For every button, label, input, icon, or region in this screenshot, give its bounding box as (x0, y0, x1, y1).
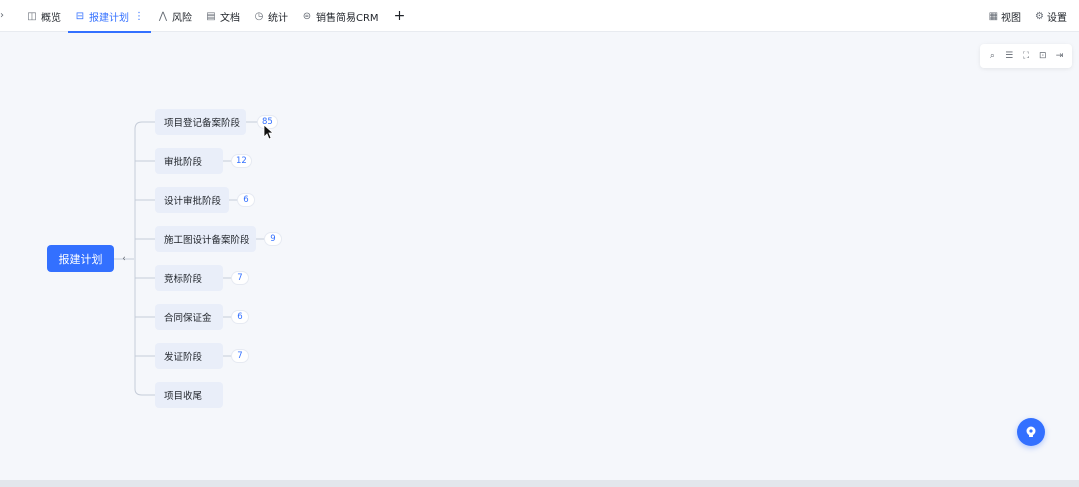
tab-label: 统计 (268, 12, 288, 24)
tab-document[interactable]: ▤ 文档 (199, 0, 247, 32)
bottom-scrollbar[interactable] (0, 480, 1079, 487)
settings-label: 设置 (1047, 12, 1067, 24)
tab-crm[interactable]: ⊜ 销售简易CRM (295, 0, 386, 32)
tab-plan[interactable]: ⊟ 报建计划 ⋮ (68, 0, 151, 33)
add-tab-button[interactable]: + (386, 0, 414, 32)
node-count-badge[interactable]: 6 (231, 310, 249, 324)
plan-icon: ⊟ (75, 10, 85, 22)
tab-label: 销售简易CRM (316, 12, 379, 24)
mindmap-node[interactable]: 施工图设计备案阶段 (155, 226, 256, 252)
filter-icon[interactable]: ☰ (1003, 51, 1015, 61)
fullscreen-icon[interactable]: ⛶ (1020, 51, 1032, 61)
tab-more-icon[interactable]: ⋮ (134, 11, 144, 22)
node-count-badge[interactable]: 6 (237, 193, 255, 207)
node-count-badge[interactable]: 7 (231, 271, 249, 285)
node-count-badge[interactable]: 7 (231, 349, 249, 363)
node-count-badge[interactable]: 12 (231, 154, 252, 168)
fit-view-icon[interactable]: ⊡ (1037, 51, 1049, 61)
document-icon: ▤ (206, 10, 216, 22)
view-label: 视图 (1001, 12, 1022, 24)
tab-label: 文档 (220, 12, 240, 24)
gear-icon: ⚙ (1035, 10, 1044, 22)
search-icon[interactable]: ⌕ (986, 51, 998, 61)
node-count-badge[interactable]: 9 (264, 232, 282, 246)
top-right-actions: ▦ 视图 ⚙ 设置 (989, 0, 1067, 32)
mindmap-root-node[interactable]: 报建计划 (47, 245, 114, 272)
mindmap-node[interactable]: 竞标阶段 (155, 265, 223, 291)
stats-icon: ◷ (254, 10, 264, 22)
mouse-cursor-icon (263, 124, 273, 140)
mindmap-node[interactable]: 项目登记备案阶段 (155, 109, 246, 135)
tab-label: 概览 (41, 12, 61, 24)
canvas-toolbar: ⌕ ☰ ⛶ ⊡ ⇥ (980, 44, 1072, 68)
mindmap-node[interactable]: 审批阶段 (155, 148, 223, 174)
tab-list: ◫ 概览 ⊟ 报建计划 ⋮ ⋀ 风险 ▤ 文档 ◷ 统计 ⊜ 销售简易CRM + (20, 0, 414, 33)
collapse-icon[interactable]: ‹ (120, 254, 128, 264)
tab-stats[interactable]: ◷ 统计 (247, 0, 295, 32)
tab-risk[interactable]: ⋀ 风险 (151, 0, 199, 32)
mindmap-node[interactable]: 设计审批阶段 (155, 187, 229, 213)
tab-overview[interactable]: ◫ 概览 (20, 0, 68, 32)
view-button[interactable]: ▦ 视图 (989, 9, 1021, 24)
mindmap-node[interactable]: 发证阶段 (155, 343, 223, 369)
overview-icon: ◫ (27, 10, 37, 22)
mindmap-node[interactable]: 项目收尾 (155, 382, 223, 408)
tab-label: 风险 (172, 12, 192, 24)
view-icon: ▦ (988, 10, 999, 22)
export-icon[interactable]: ⇥ (1054, 51, 1066, 61)
top-tab-bar: › ◫ 概览 ⊟ 报建计划 ⋮ ⋀ 风险 ▤ 文档 ◷ 统计 ⊜ 销售简易CRM… (0, 0, 1079, 33)
mindmap-node[interactable]: 合同保证金 (155, 304, 223, 330)
crm-icon: ⊜ (302, 10, 312, 22)
risk-icon: ⋀ (158, 10, 168, 22)
lightbulb-icon (1026, 426, 1036, 437)
help-button[interactable] (1017, 418, 1045, 446)
tab-label: 报建计划 (89, 12, 129, 24)
branch-trunk (134, 121, 155, 396)
settings-button[interactable]: ⚙ 设置 (1035, 9, 1067, 24)
sidebar-toggle-icon[interactable]: › (0, 10, 8, 22)
